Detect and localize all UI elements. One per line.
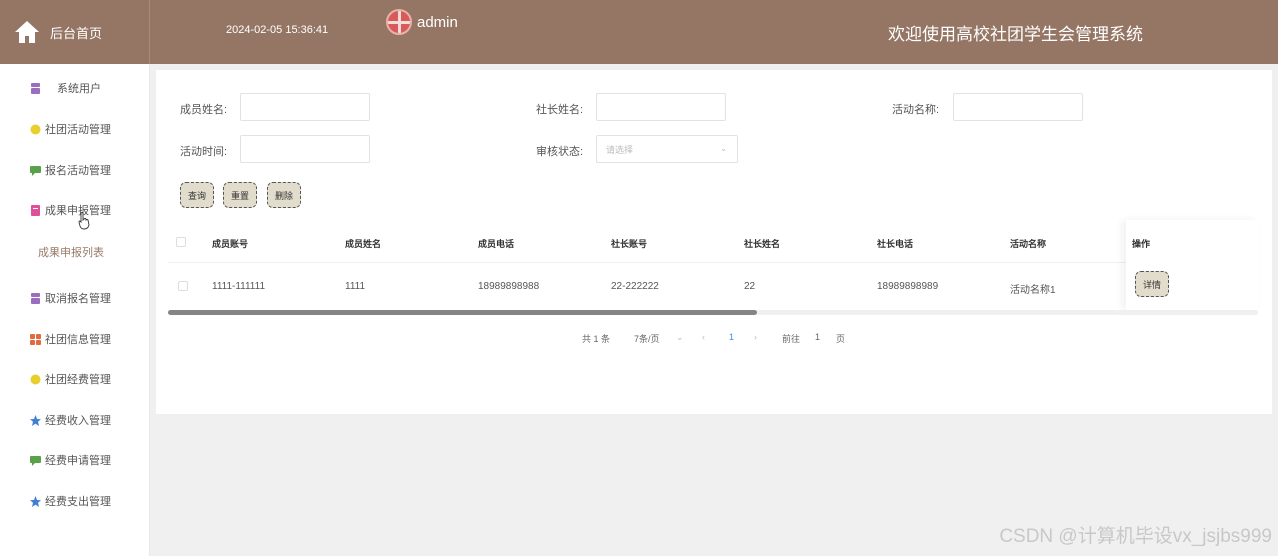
cell-member-account: 1111-111111 bbox=[212, 281, 266, 292]
user-icon bbox=[31, 82, 40, 94]
detail-button[interactable]: 详情 bbox=[1135, 271, 1170, 297]
home-icon bbox=[15, 21, 39, 43]
watermark: CSDN @计算机毕设vx_jsjbs999 bbox=[999, 526, 1272, 547]
sidebar-item-achievement[interactable]: 成果申报管理 bbox=[30, 202, 111, 218]
cell-president-phone: 18989898989 bbox=[877, 281, 939, 292]
home-link[interactable]: 后台首页 bbox=[0, 0, 150, 64]
sidebar-item-label: 社团经费管理 bbox=[45, 374, 111, 386]
sidebar-item-signup-activity[interactable]: 报名活动管理 bbox=[30, 162, 111, 178]
sidebar-item-fund-application[interactable]: 经费申请管理 bbox=[30, 452, 111, 468]
star-icon bbox=[30, 414, 41, 426]
cell-member-phone: 18989898988 bbox=[478, 281, 540, 292]
review-status-label: 审核状态: bbox=[536, 146, 584, 158]
avatar-icon bbox=[386, 9, 412, 35]
horizontal-scrollbar-thumb[interactable] bbox=[168, 310, 757, 315]
select-placeholder: 请选择 bbox=[606, 144, 634, 155]
grid-icon bbox=[30, 333, 41, 345]
row-checkbox[interactable] bbox=[178, 281, 188, 291]
sidebar-item-club-funds[interactable]: 社团经费管理 bbox=[30, 371, 111, 387]
sidebar-item-system-users[interactable]: 系统用户 bbox=[30, 80, 101, 96]
chevron-down-icon: ⌄ bbox=[720, 144, 727, 153]
column-header: 社长电话 bbox=[877, 239, 914, 249]
column-header: 社长账号 bbox=[611, 239, 648, 249]
current-page[interactable]: 1 bbox=[729, 332, 734, 342]
member-name-label: 成员姓名: bbox=[180, 104, 228, 116]
president-name-label: 社长姓名: bbox=[536, 104, 584, 116]
chevron-down-icon[interactable]: ⌄ bbox=[676, 332, 684, 343]
fixed-action-column: 操作 详情 bbox=[1126, 220, 1259, 310]
reset-button[interactable]: 重置 bbox=[223, 182, 258, 208]
sidebar-item-fund-income[interactable]: 经费收入管理 bbox=[30, 412, 111, 428]
hand-cursor-icon bbox=[78, 212, 90, 230]
document-icon bbox=[31, 204, 40, 216]
review-status-select[interactable]: 请选择 ⌄ bbox=[596, 135, 738, 163]
sidebar-item-club-activity[interactable]: 社团活动管理 bbox=[30, 121, 111, 137]
chat-icon bbox=[30, 455, 41, 466]
top-header: 后台首页 2024-02-05 15:36:41 admin 欢迎使用高校社团学… bbox=[0, 0, 1278, 64]
sidebar: 系统用户 社团活动管理 报名活动管理 成果申报管理 成果申报列表 取消报名管理 … bbox=[0, 64, 150, 556]
member-name-input[interactable] bbox=[240, 93, 370, 121]
system-title: 欢迎使用高校社团学生会管理系统 bbox=[888, 25, 1143, 44]
sidebar-item-label: 系统用户 bbox=[57, 83, 101, 95]
cell-president-account: 22-222222 bbox=[611, 281, 659, 292]
column-header: 成员姓名 bbox=[345, 239, 382, 249]
pagination-total: 共 1 条 bbox=[582, 334, 611, 344]
column-header: 活动名称 bbox=[1010, 239, 1047, 249]
prev-page-icon[interactable]: ‹ bbox=[702, 332, 705, 342]
cell-activity-name: 活动名称1 bbox=[1010, 285, 1056, 296]
activity-name-label: 活动名称: bbox=[892, 104, 940, 116]
page-suffix: 页 bbox=[836, 334, 846, 344]
user-icon bbox=[31, 292, 40, 304]
delete-button[interactable]: 删除 bbox=[267, 182, 302, 208]
activity-name-input[interactable] bbox=[953, 93, 1083, 121]
sidebar-item-label: 社团信息管理 bbox=[45, 334, 111, 346]
home-label: 后台首页 bbox=[50, 25, 103, 41]
column-header: 成员账号 bbox=[212, 239, 249, 249]
star-icon bbox=[30, 495, 41, 507]
cell-president-name: 22 bbox=[744, 281, 756, 292]
smile-icon bbox=[30, 124, 41, 134]
goto-page-input[interactable]: 1 bbox=[815, 332, 820, 342]
activity-time-input[interactable] bbox=[240, 135, 370, 163]
column-header: 成员电话 bbox=[478, 239, 515, 249]
sidebar-item-cancel-signup[interactable]: 取消报名管理 bbox=[30, 290, 111, 306]
select-all-checkbox[interactable] bbox=[176, 237, 186, 247]
row-divider bbox=[168, 262, 1258, 263]
sidebar-item-label: 经费支出管理 bbox=[45, 496, 111, 508]
user-menu[interactable]: admin bbox=[386, 9, 458, 35]
chat-icon bbox=[30, 165, 41, 176]
cell-member-name: 1111 bbox=[345, 281, 366, 292]
activity-time-label: 活动时间: bbox=[180, 146, 228, 158]
sidebar-item-label: 社团活动管理 bbox=[45, 124, 111, 136]
sidebar-item-label: 经费申请管理 bbox=[45, 455, 111, 467]
submenu-achievement-list[interactable]: 成果申报列表 bbox=[38, 244, 104, 260]
president-name-input[interactable] bbox=[596, 93, 726, 121]
username: admin bbox=[417, 13, 458, 31]
query-button[interactable]: 查询 bbox=[180, 182, 215, 208]
main-panel: 成员姓名: 社长姓名: 活动名称: 活动时间: 审核状态: 请选择 ⌄ 查询 重… bbox=[156, 70, 1272, 414]
smile-icon bbox=[30, 374, 41, 384]
sidebar-item-label: 经费收入管理 bbox=[45, 415, 111, 427]
sidebar-item-club-info[interactable]: 社团信息管理 bbox=[30, 331, 111, 347]
sidebar-item-label: 报名活动管理 bbox=[45, 165, 111, 177]
column-header: 社长姓名 bbox=[744, 239, 781, 249]
goto-label: 前往 bbox=[782, 334, 801, 344]
page-size-select[interactable]: 7条/页 bbox=[634, 332, 660, 345]
current-datetime: 2024-02-05 15:36:41 bbox=[226, 24, 329, 36]
sidebar-item-fund-expense[interactable]: 经费支出管理 bbox=[30, 493, 111, 509]
next-page-icon[interactable]: › bbox=[754, 332, 757, 342]
sidebar-item-label: 取消报名管理 bbox=[45, 293, 111, 305]
column-header-action: 操作 bbox=[1132, 239, 1151, 249]
